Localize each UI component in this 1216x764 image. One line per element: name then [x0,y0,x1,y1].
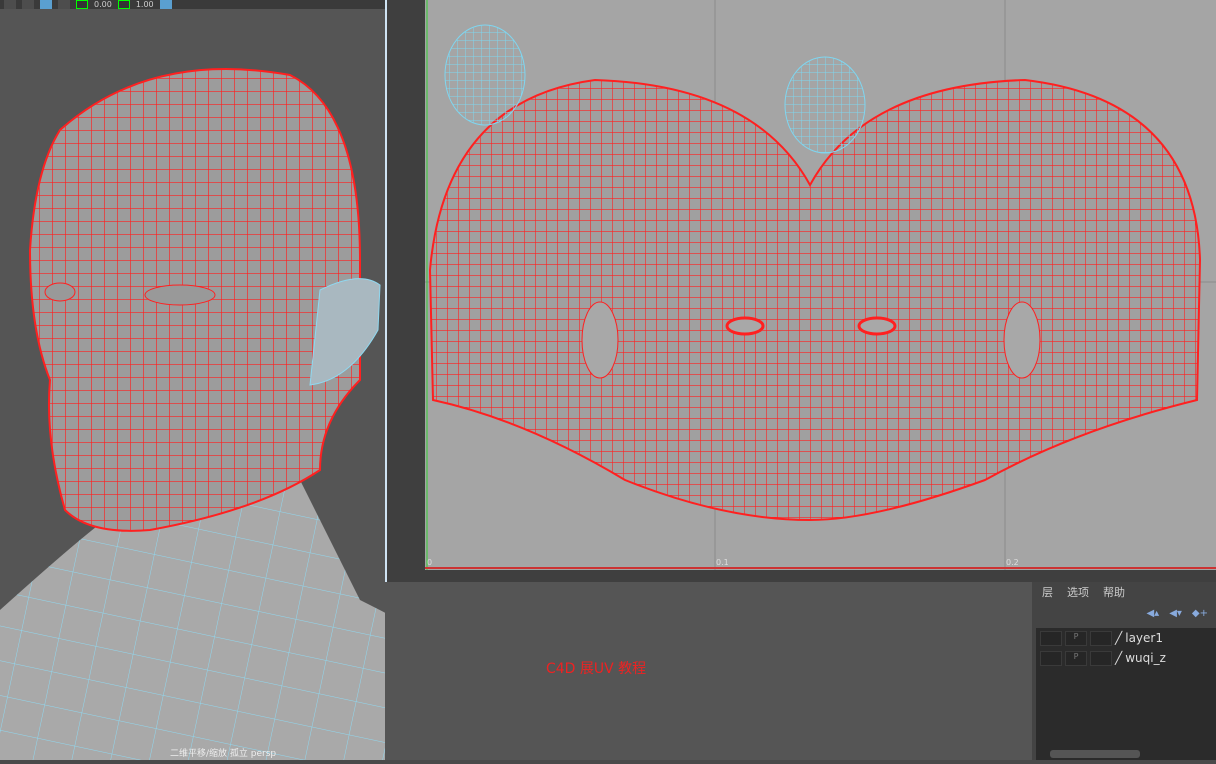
viewport-label: 二维平移/缩放 孤立 persp [170,749,277,759]
axis-label: 0.1 [716,558,729,567]
color-swatch-icon[interactable]: ╱ [1115,651,1122,665]
layer-editor: 层 选项 帮助 ◀▴ ◀▾ ◆+ P ╱ layer1 P ╱ wuqi_z [1032,582,1216,760]
layer-list: P ╱ layer1 P ╱ wuqi_z [1036,628,1216,760]
visibility-toggle[interactable] [1040,650,1062,666]
horizontal-scrollbar[interactable] [1050,750,1140,758]
uv-editor-window: 0 0.1 0.2 [385,0,1216,582]
layer-name: wuqi_z [1125,651,1166,665]
menu-options[interactable]: 选项 [1067,584,1089,600]
bracket-icon[interactable] [76,0,88,9]
move-layer-down-icon[interactable]: ◀▾ [1169,608,1182,619]
value-field-2[interactable]: 1.00 [136,0,154,9]
uv-canvas[interactable]: 0 0.1 0.2 [425,0,1216,570]
tool-icon[interactable] [22,0,34,9]
layer-row[interactable]: P ╱ wuqi_z [1036,648,1216,668]
new-layer-icon[interactable]: ◆+ [1192,608,1208,619]
tool-icon[interactable] [4,0,16,9]
axis-label: 0.2 [1006,558,1019,567]
tool-icon[interactable] [159,0,172,9]
layer-menu-bar: 层 选项 帮助 [1032,582,1216,602]
move-layer-up-icon[interactable]: ◀▴ [1146,608,1159,619]
visibility-toggle[interactable] [1040,630,1062,646]
playback-toggle[interactable]: P [1065,650,1087,666]
playback-toggle[interactable]: P [1065,630,1087,646]
layer-name: layer1 [1125,631,1163,645]
video-caption: C4D 展UV 教程 [546,661,647,677]
menu-help[interactable]: 帮助 [1103,584,1125,600]
layer-row[interactable]: P ╱ layer1 [1036,628,1216,648]
value-field-1[interactable]: 0.00 [94,0,112,9]
bracket-icon[interactable] [117,0,130,9]
color-swatch-icon[interactable]: ╱ [1115,631,1122,645]
menu-layers[interactable]: 层 [1042,584,1053,600]
axis-label: 0 [427,558,433,567]
uv-layout [425,0,1216,570]
display-type-toggle[interactable] [1090,650,1112,666]
tool-icon[interactable] [58,0,70,9]
head-model [0,68,620,760]
display-type-toggle[interactable] [1090,630,1112,646]
tool-icon[interactable] [40,0,52,9]
toolbar: 0.00 1.00 [0,0,385,9]
